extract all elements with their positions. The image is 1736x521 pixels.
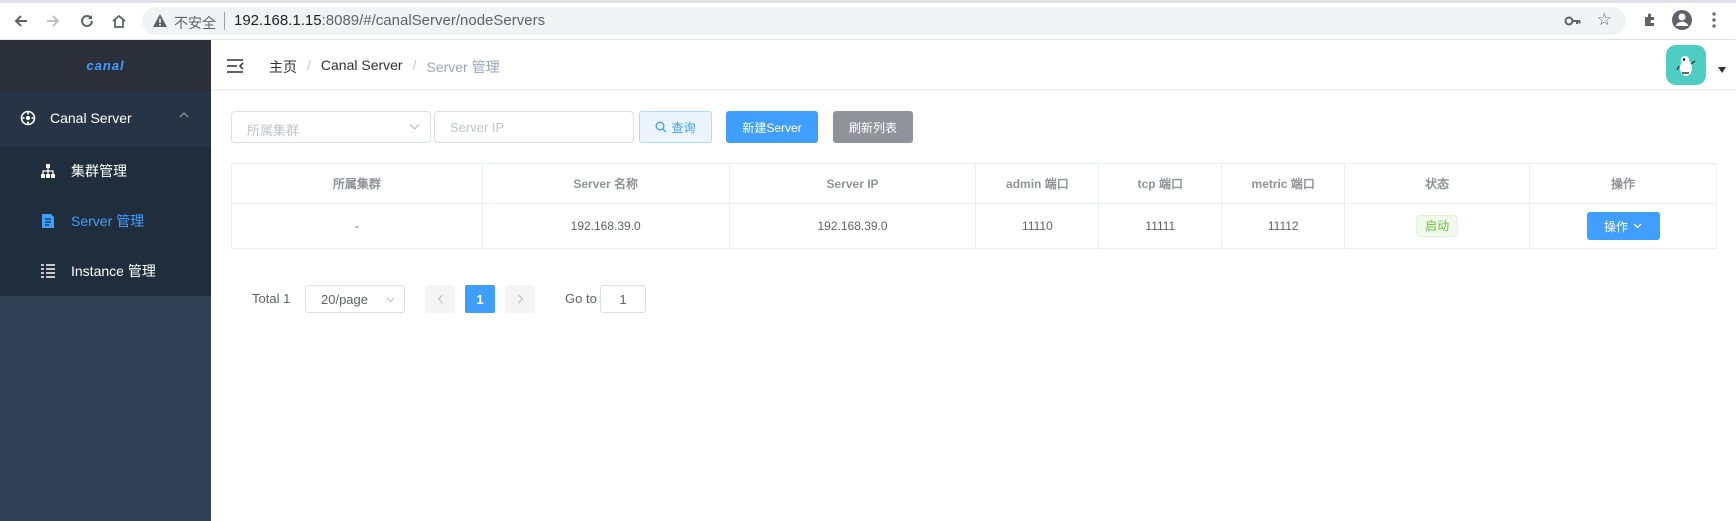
status-badge: 启动 <box>1416 215 1459 237</box>
forward-icon[interactable] <box>41 9 65 33</box>
actions-button-label: 操作 <box>1604 219 1629 234</box>
column-header: Server IP <box>729 163 977 204</box>
url-text[interactable]: 192.168.1.15:8089/#/canalServer/nodeServ… <box>234 12 545 29</box>
new-server-button[interactable]: 新建Server <box>726 111 818 143</box>
profile-icon[interactable] <box>1670 8 1694 32</box>
address-bar[interactable]: 不安全 192.168.1.15:8089/#/canalServer/node… <box>142 7 1626 35</box>
actions-dropdown-button[interactable]: 操作 <box>1586 212 1660 240</box>
refresh-list-button[interactable]: 刷新列表 <box>833 111 913 143</box>
caret-down-icon[interactable] <box>1718 67 1726 73</box>
search-icon <box>656 121 667 133</box>
hamburger-icon[interactable] <box>226 57 244 75</box>
sidebar-item-label: 集群管理 <box>71 163 127 179</box>
chevron-down-icon <box>386 297 395 303</box>
column-header: admin 端口 <box>975 163 1100 204</box>
search-button[interactable]: 查询 <box>639 111 712 143</box>
back-icon[interactable] <box>9 9 33 33</box>
server-table: 所属集群 Server 名称 Server IP admin 端口 tcp 端口… <box>231 163 1717 249</box>
goto-page-input[interactable] <box>600 285 646 313</box>
warning-icon <box>153 14 167 27</box>
chevron-left-icon <box>437 294 443 304</box>
bookmark-star-icon[interactable]: ☆ <box>1597 10 1612 30</box>
extensions-icon[interactable] <box>1638 8 1662 32</box>
breadcrumb-separator: / <box>412 57 417 73</box>
url-path: :8089/#/canalServer/nodeServers <box>321 12 546 29</box>
cluster-select-placeholder: 所属集群 <box>247 123 300 138</box>
sidebar-item-cluster[interactable]: 集群管理 <box>0 146 211 196</box>
page-number-current[interactable]: 1 <box>465 285 495 313</box>
column-header: 状态 <box>1344 163 1531 204</box>
home-icon[interactable] <box>107 9 131 33</box>
column-header: tcp 端口 <box>1098 163 1223 204</box>
goto-label: Go to <box>565 291 597 306</box>
cell-metric-port: 11112 <box>1221 203 1346 249</box>
prev-page-button[interactable] <box>425 285 455 313</box>
column-header: Server 名称 <box>482 163 730 204</box>
reload-icon[interactable] <box>75 9 99 33</box>
cluster-icon <box>41 164 55 178</box>
sidebar-item-canal-server[interactable]: Canal Server <box>0 90 211 146</box>
table-row: - 192.168.39.0 192.168.39.0 11110 11111 … <box>231 203 1717 249</box>
next-page-button[interactable] <box>505 285 535 313</box>
cell-cluster: - <box>231 203 483 249</box>
column-header: metric 端口 <box>1221 163 1346 204</box>
divider <box>224 12 225 30</box>
settings-icon <box>20 110 36 126</box>
document-icon <box>42 214 54 228</box>
chevron-down-icon <box>409 124 420 130</box>
app-logo[interactable]: canal <box>86 58 124 73</box>
cell-admin-port: 11110 <box>975 203 1100 249</box>
cell-actions: 操作 <box>1529 203 1717 249</box>
breadcrumb-current: Server 管理 <box>426 59 500 75</box>
sidebar: canal Canal Server 集群管理 Server 管理 Instan… <box>0 40 211 521</box>
sidebar-item-server[interactable]: Server 管理 <box>0 196 211 246</box>
breadcrumb-canal-server[interactable]: Canal Server <box>321 57 403 77</box>
mascot-icon <box>1676 56 1696 76</box>
server-ip-input[interactable] <box>434 111 634 143</box>
sidebar-item-label: Canal Server <box>50 110 132 126</box>
search-button-label: 查询 <box>671 120 696 135</box>
page-size-select[interactable]: 20/page <box>305 285 405 313</box>
breadcrumb-home[interactable]: 主页 <box>269 57 297 77</box>
logo-bar: canal <box>0 40 211 90</box>
navbar: 主页 / Canal Server / Server 管理 <box>211 40 1736 90</box>
chevron-down-icon <box>1633 223 1642 229</box>
url-host: 192.168.1.15 <box>234 12 322 29</box>
submenu: 集群管理 Server 管理 Instance 管理 <box>0 146 211 296</box>
tab-strip-edge <box>0 0 1736 3</box>
menu-dots-icon[interactable] <box>1702 8 1726 32</box>
avatar[interactable] <box>1666 45 1706 85</box>
breadcrumb-separator: / <box>307 57 311 73</box>
pagination-total: Total 1 <box>252 291 291 306</box>
chevron-up-icon <box>179 112 189 118</box>
key-icon[interactable] <box>1564 12 1582 30</box>
cell-server-name: 192.168.39.0 <box>482 203 730 249</box>
sidebar-item-label: Server 管理 <box>71 213 145 229</box>
chevron-right-icon <box>517 294 523 304</box>
cell-server-ip: 192.168.39.0 <box>729 203 977 249</box>
cell-tcp-port: 11111 <box>1098 203 1223 249</box>
sidebar-item-instance[interactable]: Instance 管理 <box>0 246 211 296</box>
table-header: 所属集群 Server 名称 Server IP admin 端口 tcp 端口… <box>231 163 1717 204</box>
page-size-value: 20/page <box>321 292 368 307</box>
breadcrumb: 主页 / Canal Server / Server 管理 <box>269 57 500 77</box>
list-icon <box>41 264 55 278</box>
browser-toolbar: 不安全 192.168.1.15:8089/#/canalServer/node… <box>0 0 1736 40</box>
cluster-select[interactable]: 所属集群 <box>231 111 431 143</box>
sidebar-item-label: Instance 管理 <box>71 263 156 279</box>
column-header: 操作 <box>1529 163 1717 204</box>
security-label: 不安全 <box>174 15 216 31</box>
cell-status: 启动 <box>1344 203 1531 249</box>
column-header: 所属集群 <box>231 163 483 204</box>
